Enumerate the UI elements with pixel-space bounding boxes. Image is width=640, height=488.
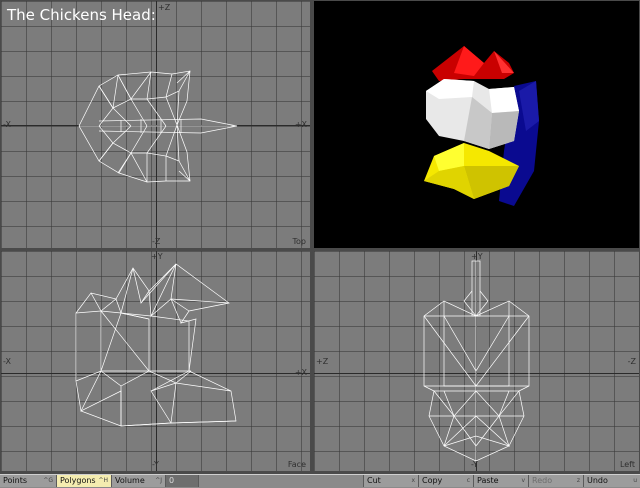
viewport-perspective[interactable] [314, 1, 639, 248]
cut-button[interactable]: Cut x [364, 475, 419, 487]
polygons-mode-button[interactable]: Polygons ^H [57, 475, 112, 487]
left-wireframe [423, 260, 530, 462]
perspective-render [424, 46, 539, 206]
overlay-title: The Chickens Head: [7, 6, 156, 24]
face-wireframe [75, 263, 237, 427]
status-bar: Points ^G Polygons ^H Volume ^J 0 Cut x Copy… [0, 474, 640, 488]
viewport-left[interactable]: +Y +Z -Z -Y Left [314, 251, 639, 471]
points-mode-button[interactable]: Points ^G [0, 475, 57, 487]
viewport-face[interactable]: +Y -X +X -Y Face [1, 251, 310, 471]
copy-button[interactable]: Copy c [419, 475, 474, 487]
selection-count: 0 [166, 475, 199, 487]
redo-button[interactable]: Redo z [529, 475, 584, 487]
volume-mode-button[interactable]: Volume ^J [112, 475, 166, 487]
status-info [199, 475, 364, 487]
viewport-top[interactable]: +Z -X +X -Z Top [1, 1, 310, 248]
paste-button[interactable]: Paste v [474, 475, 529, 487]
top-wireframe [78, 70, 238, 183]
undo-button[interactable]: Undo u [584, 475, 640, 487]
